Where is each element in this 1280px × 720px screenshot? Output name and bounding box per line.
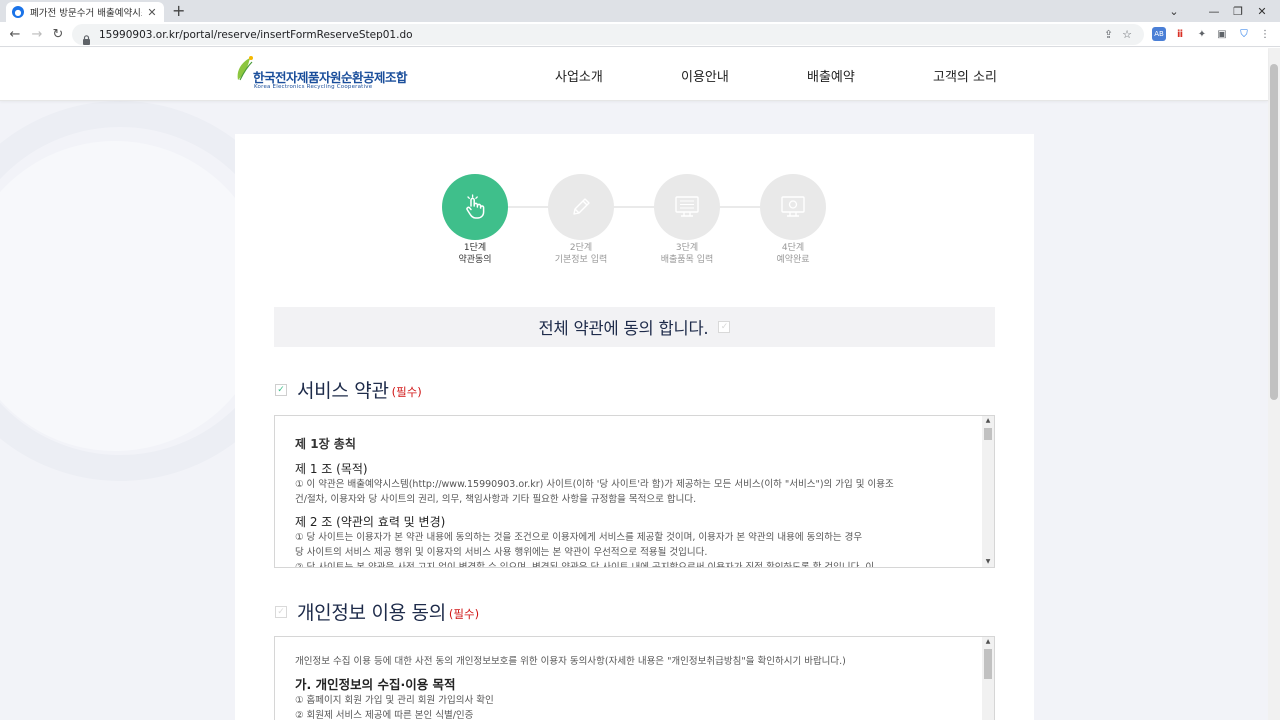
- forward-icon[interactable]: →: [28, 25, 46, 43]
- article-1-line-1: ① 이 약관은 배출예약시스템(http://www.15990903.or.k…: [295, 479, 894, 490]
- service-terms-title: 서비스 약관: [297, 380, 389, 402]
- nav-usage-guide[interactable]: 이용안내: [681, 66, 729, 85]
- article-2-line-3: ② 당 사이트는 본 약관을 사전 고지 없이 변경할 수 있으며, 변경된 약…: [295, 562, 875, 568]
- tab-title: 폐가전 방문수거 배출예약시스템: [30, 8, 142, 19]
- share-icon[interactable]: ⇪: [1104, 28, 1113, 41]
- privacy-line-1: ① 홈페이지 회원 가입 및 관리 회원 가입의사 확인: [295, 695, 494, 706]
- step-2-number: 2단계: [569, 243, 593, 253]
- browser-tab[interactable]: ● 폐가전 방문수거 배출예약시스템 ✕: [6, 2, 164, 22]
- close-window-icon[interactable]: ✕: [1242, 0, 1280, 22]
- privacy-terms-checkbox[interactable]: ✓: [275, 605, 287, 618]
- article-2-title: 제 2 조 (약관의 효력 및 변경): [295, 515, 446, 529]
- browser-tab-bar: ● 폐가전 방문수거 배출예약시스템 ✕ + ⌄ — ❐ ✕: [0, 0, 1280, 22]
- reload-icon[interactable]: ↻: [49, 25, 67, 43]
- monitor-check-icon: [760, 174, 826, 240]
- step-3: 3단계 배출품목 입력: [642, 174, 732, 267]
- privacy-terms-heading: ✓ 개인정보 이용 동의 (필수): [275, 598, 479, 625]
- monitor-icon: [654, 174, 720, 240]
- step-1-label: 약관동의: [458, 255, 492, 265]
- privacy-intro: 개인정보 수집 이용 등에 대한 사전 동의 개인정보보호를 위한 이용자 동의…: [295, 656, 846, 667]
- shield-icon[interactable]: ⛉: [1237, 27, 1251, 41]
- scroll-up-arrow-icon[interactable]: ▲: [982, 416, 994, 426]
- nav-business-intro[interactable]: 사업소개: [555, 66, 603, 85]
- agree-all-checkbox[interactable]: ✓: [718, 321, 731, 333]
- extension-ab-icon[interactable]: AB: [1152, 27, 1166, 41]
- privacy-section-title: 가. 개인정보의 수집·이용 목적: [295, 677, 456, 692]
- extensions-puzzle-icon[interactable]: ✦: [1195, 27, 1209, 41]
- chapter-title: 제 1장 총칙: [295, 437, 356, 451]
- service-terms-box[interactable]: 제 1장 총칙 제 1 조 (목적) ① 이 약관은 배출예약시스템(http:…: [274, 415, 995, 568]
- back-icon[interactable]: ←: [6, 25, 24, 43]
- step-3-label: 배출품목 입력: [660, 255, 714, 265]
- scroll-down-arrow-icon[interactable]: ▼: [982, 557, 994, 567]
- step-4-label: 예약완료: [776, 255, 810, 265]
- privacy-terms-title: 개인정보 이용 동의: [297, 602, 446, 624]
- step-1-number: 1단계: [463, 243, 487, 253]
- service-terms-scroll-thumb[interactable]: [984, 428, 992, 440]
- tab-search-icon[interactable]: ⌄: [1154, 0, 1194, 22]
- step-2: 2단계 기본정보 입력: [536, 174, 626, 267]
- reservation-card: 1단계 약관동의 2단계 기본정보 입력 3단계 배출품목 입력 4단계 예약완…: [235, 134, 1034, 720]
- site-logo[interactable]: 한국전자제품자원순환공제조합 Korea Electronics Recycli…: [234, 54, 408, 94]
- extension-red-icon[interactable]: ⅱ: [1173, 27, 1187, 41]
- logo-english-text: Korea Electronics Recycling Cooperative: [254, 84, 373, 90]
- close-tab-icon[interactable]: ✕: [146, 6, 158, 19]
- privacy-line-2: ② 회원제 서비스 제공에 따른 본인 식별/인증: [295, 710, 474, 720]
- nav-reservation[interactable]: 배출예약: [807, 66, 855, 85]
- service-terms-required: (필수): [391, 385, 422, 399]
- lock-icon: [82, 30, 91, 45]
- privacy-terms-box[interactable]: 개인정보 수집 이용 등에 대한 사전 동의 개인정보보호를 위한 이용자 동의…: [274, 636, 995, 720]
- hand-pointer-icon: [442, 174, 508, 240]
- privacy-terms-scroll-thumb[interactable]: [984, 649, 992, 679]
- step-2-label: 기본정보 입력: [554, 255, 608, 265]
- article-1-line-2: 건/절차, 이용자와 당 사이트의 권리, 의무, 책임사항과 기타 필요한 사…: [295, 494, 697, 505]
- pencil-icon: [548, 174, 614, 240]
- service-terms-heading: ✓ 서비스 약관 (필수): [275, 376, 422, 403]
- article-2-line-2: 당 사이트의 서비스 제공 행위 및 이용자의 서비스 사용 행위에는 본 약관…: [295, 547, 708, 558]
- new-tab-button[interactable]: +: [172, 2, 185, 20]
- browser-toolbar: ← → ↻ 15990903.or.kr/portal/reserve/inse…: [0, 22, 1280, 47]
- side-panel-icon[interactable]: ▣: [1215, 27, 1229, 41]
- page-scrollbar[interactable]: [1268, 48, 1280, 720]
- step-4: 4단계 예약완료: [748, 174, 838, 267]
- nav-customer-voice[interactable]: 고객의 소리: [933, 66, 997, 85]
- service-terms-checkbox[interactable]: ✓: [275, 383, 287, 396]
- step-3-number: 3단계: [675, 243, 699, 253]
- globe-icon: ●: [12, 6, 24, 18]
- step-4-number: 4단계: [781, 243, 805, 253]
- privacy-terms-required: (필수): [448, 607, 480, 621]
- agree-all-bar[interactable]: 전체 약관에 동의 합니다. ✓: [274, 307, 995, 347]
- privacy-terms-scrollbar[interactable]: ▲: [982, 637, 994, 720]
- site-header: 한국전자제품자원순환공제조합 Korea Electronics Recycli…: [0, 48, 1268, 101]
- address-bar[interactable]: 15990903.or.kr/portal/reserve/insertForm…: [72, 24, 1144, 45]
- agree-all-label: 전체 약관에 동의 합니다.: [538, 319, 709, 338]
- article-1-title: 제 1 조 (목적): [295, 462, 368, 476]
- step-1: 1단계 약관동의: [430, 174, 520, 267]
- article-2-line-1: ① 당 사이트는 이용자가 본 약관 내용에 동의하는 것을 조건으로 이용자에…: [295, 532, 863, 543]
- privacy-terms-content: 개인정보 수집 이용 등에 대한 사전 동의 개인정보보호를 위한 이용자 동의…: [295, 637, 975, 720]
- url-text: 15990903.or.kr/portal/reserve/insertForm…: [99, 28, 413, 41]
- menu-kebab-icon[interactable]: ⋮: [1258, 27, 1272, 41]
- service-terms-scrollbar[interactable]: ▲ ▼: [982, 416, 994, 567]
- service-terms-content: 제 1장 총칙 제 1 조 (목적) ① 이 약관은 배출예약시스템(http:…: [295, 416, 975, 568]
- page-scrollbar-thumb[interactable]: [1270, 64, 1278, 400]
- scroll-up-arrow-icon[interactable]: ▲: [982, 637, 994, 647]
- bookmark-star-icon[interactable]: ☆: [1122, 28, 1132, 41]
